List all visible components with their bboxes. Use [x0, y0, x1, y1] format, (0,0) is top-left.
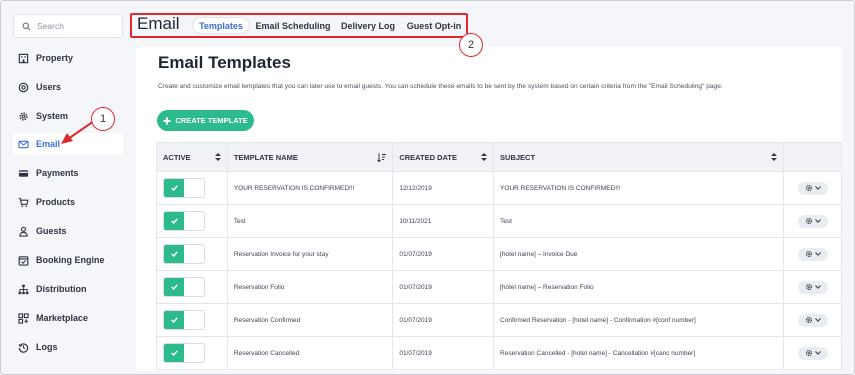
annotation-layer [61, 120, 95, 144]
app-window: Search Property Users System Email Payme… [0, 0, 855, 375]
annotation-callout-1: 1 [91, 107, 115, 131]
annotation-arrowhead [61, 133, 73, 144]
annotation-callout-2: 2 [459, 33, 483, 57]
annotation-arrow [67, 120, 95, 140]
